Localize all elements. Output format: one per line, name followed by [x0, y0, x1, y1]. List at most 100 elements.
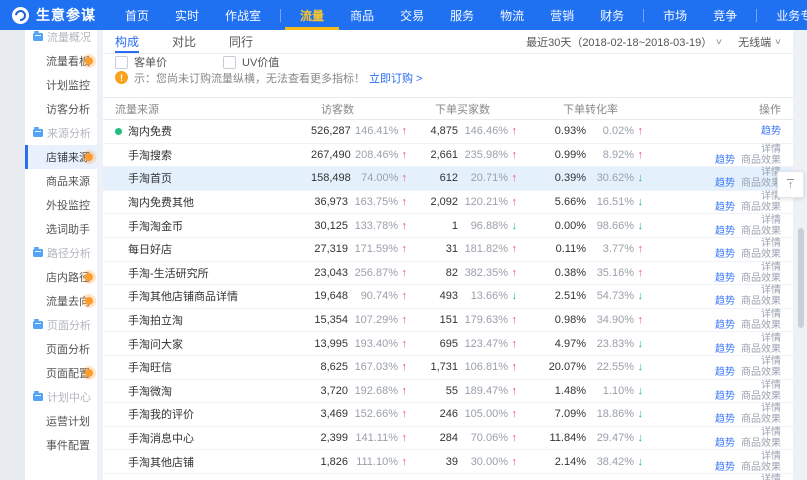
tab[interactable]: 构成 [115, 30, 139, 53]
trend-link[interactable]: 趋势 [761, 126, 781, 137]
trend-link[interactable]: 趋势 [715, 202, 735, 213]
detail-link[interactable]: 详情 [761, 356, 781, 367]
sidebar-item[interactable]: 外投监控 [25, 193, 97, 217]
metric-checkbox[interactable]: 客单价 [115, 54, 167, 70]
product-effect-link[interactable]: 商品效果 [741, 202, 781, 213]
notification-dot-badge [85, 297, 93, 305]
trend-link[interactable]: 趋势 [715, 438, 735, 449]
sidebar-item[interactable]: 商品来源 [25, 169, 97, 193]
sidebar-item[interactable]: 页面分析 [25, 337, 97, 361]
sidebar-item[interactable]: 计划监控 [25, 73, 97, 97]
detail-link[interactable]: 详情 [761, 474, 781, 480]
product-effect-link[interactable]: 商品效果 [741, 273, 781, 284]
trend-link[interactable]: 趋势 [715, 462, 735, 473]
product-effect-link[interactable]: 商品效果 [741, 344, 781, 355]
nav-item[interactable]: 物流 [487, 0, 537, 30]
conversion-rate: 11.84% [517, 432, 586, 444]
terminal-selector[interactable]: 无线端 ∨ [738, 34, 781, 50]
trend-arrow-icon: ↑ [398, 125, 407, 137]
sidebar-item[interactable]: 流量概况 [25, 30, 97, 49]
detail-link[interactable]: 详情 [761, 451, 781, 462]
trend-link[interactable]: 趋势 [715, 367, 735, 378]
nav-item[interactable]: 市场 [650, 0, 700, 30]
trend-link[interactable]: 趋势 [715, 155, 735, 166]
source-name-cell: 手淘拍立淘 [115, 312, 311, 328]
trend-link[interactable]: 趋势 [715, 249, 735, 260]
back-to-top-button[interactable]: ↑ [777, 171, 804, 198]
sidebar-item[interactable]: 选词助手 [25, 217, 97, 241]
trend-link[interactable]: 趋势 [715, 391, 735, 402]
sidebar-item[interactable]: 店铺来源 [25, 145, 97, 169]
detail-link[interactable]: 详情 [761, 403, 781, 414]
tab[interactable]: 同行 [229, 30, 253, 53]
trend-arrow-icon: ↑ [634, 149, 643, 161]
trend-link[interactable]: 趋势 [715, 320, 735, 331]
conversion-cell: 7.09% 18.86% ↓ [517, 408, 643, 420]
product-effect-link[interactable]: 商品效果 [741, 414, 781, 425]
detail-link[interactable]: 详情 [761, 309, 781, 320]
product-effect-link[interactable]: 商品效果 [741, 296, 781, 307]
sidebar-item[interactable]: 页面配置 [25, 361, 97, 385]
product-effect-link[interactable]: 商品效果 [741, 226, 781, 237]
sidebar-item[interactable]: 路径分析 [25, 241, 97, 265]
nav-item[interactable]: 营销 [537, 0, 587, 30]
product-effect-link[interactable]: 商品效果 [741, 391, 781, 402]
detail-link[interactable]: 详情 [761, 380, 781, 391]
trend-link[interactable]: 趋势 [715, 273, 735, 284]
nav-item[interactable]: 作战室 [212, 0, 274, 30]
product-effect-link[interactable]: 商品效果 [741, 462, 781, 473]
detail-link[interactable]: 详情 [761, 333, 781, 344]
product-effect-link[interactable]: 商品效果 [741, 367, 781, 378]
tab[interactable]: 对比 [172, 30, 196, 53]
trend-arrow-icon: ↑ [508, 267, 517, 279]
nav-item[interactable]: 财务 [587, 0, 637, 30]
trend-arrow-icon: ↑ [398, 385, 407, 397]
nav-item[interactable]: 实时 [162, 0, 212, 30]
product-effect-link[interactable]: 商品效果 [741, 155, 781, 166]
detail-link[interactable]: 详情 [761, 285, 781, 296]
nav-item[interactable] [756, 9, 757, 22]
subscribe-now-link[interactable]: 立即订购 > [369, 70, 422, 86]
sidebar-item[interactable]: 运营计划 [25, 409, 97, 433]
trend-link[interactable]: 趋势 [715, 414, 735, 425]
product-effect-link[interactable]: 商品效果 [741, 178, 781, 189]
product-effect-link[interactable]: 商品效果 [741, 320, 781, 331]
nav-item[interactable]: 首页 [112, 0, 162, 30]
sidebar-item[interactable]: 访客分析 [25, 97, 97, 121]
buyers-change: 235.98% [458, 149, 508, 161]
nav-item[interactable]: 服务 [437, 0, 487, 30]
sidebar-item[interactable]: 店内路径 [25, 265, 97, 289]
nav-item-label: 业务专区 [776, 7, 807, 24]
trend-link[interactable]: 趋势 [715, 296, 735, 307]
nav-item[interactable]: 交易 [387, 0, 437, 30]
detail-link[interactable]: 详情 [761, 215, 781, 226]
detail-link[interactable]: 详情 [761, 144, 781, 155]
conversion-rate: 7.09% [517, 408, 586, 420]
trend-link[interactable]: 趋势 [715, 226, 735, 237]
source-name: 手淘淘金币 [128, 218, 183, 234]
metric-checkbox[interactable]: UV价值 [223, 54, 279, 70]
sidebar-item[interactable]: 事件配置 [25, 433, 97, 457]
app-logo[interactable]: 生意参谋 [0, 5, 112, 25]
sidebar-item[interactable]: 流量去向 [25, 289, 97, 313]
sidebar-item[interactable]: 流量看板 [25, 49, 97, 73]
date-range-picker[interactable]: 最近30天（2018-02-18~2018-03-19） ∨ [526, 34, 722, 50]
product-effect-link[interactable]: 商品效果 [741, 438, 781, 449]
nav-item[interactable] [643, 9, 644, 22]
col-header-visitors: 访客数 [311, 101, 407, 117]
nav-item[interactable]: 流量 [287, 0, 337, 30]
detail-link[interactable]: 详情 [761, 262, 781, 273]
nav-item[interactable]: 竞争 [700, 0, 750, 30]
sidebar-item[interactable]: 页面分析 [25, 313, 97, 337]
trend-link[interactable]: 趋势 [715, 344, 735, 355]
trend-link[interactable]: 趋势 [715, 178, 735, 189]
detail-link[interactable]: 详情 [761, 238, 781, 249]
nav-item[interactable]: 商品 [337, 0, 387, 30]
detail-link[interactable]: 详情 [761, 427, 781, 438]
vertical-scrollbar-thumb[interactable] [798, 228, 804, 328]
nav-item[interactable] [280, 9, 281, 22]
sidebar-item[interactable]: 来源分析 [25, 121, 97, 145]
nav-item[interactable]: 业务专区 [763, 0, 807, 30]
sidebar-item[interactable]: 计划中心 [25, 385, 97, 409]
product-effect-link[interactable]: 商品效果 [741, 249, 781, 260]
